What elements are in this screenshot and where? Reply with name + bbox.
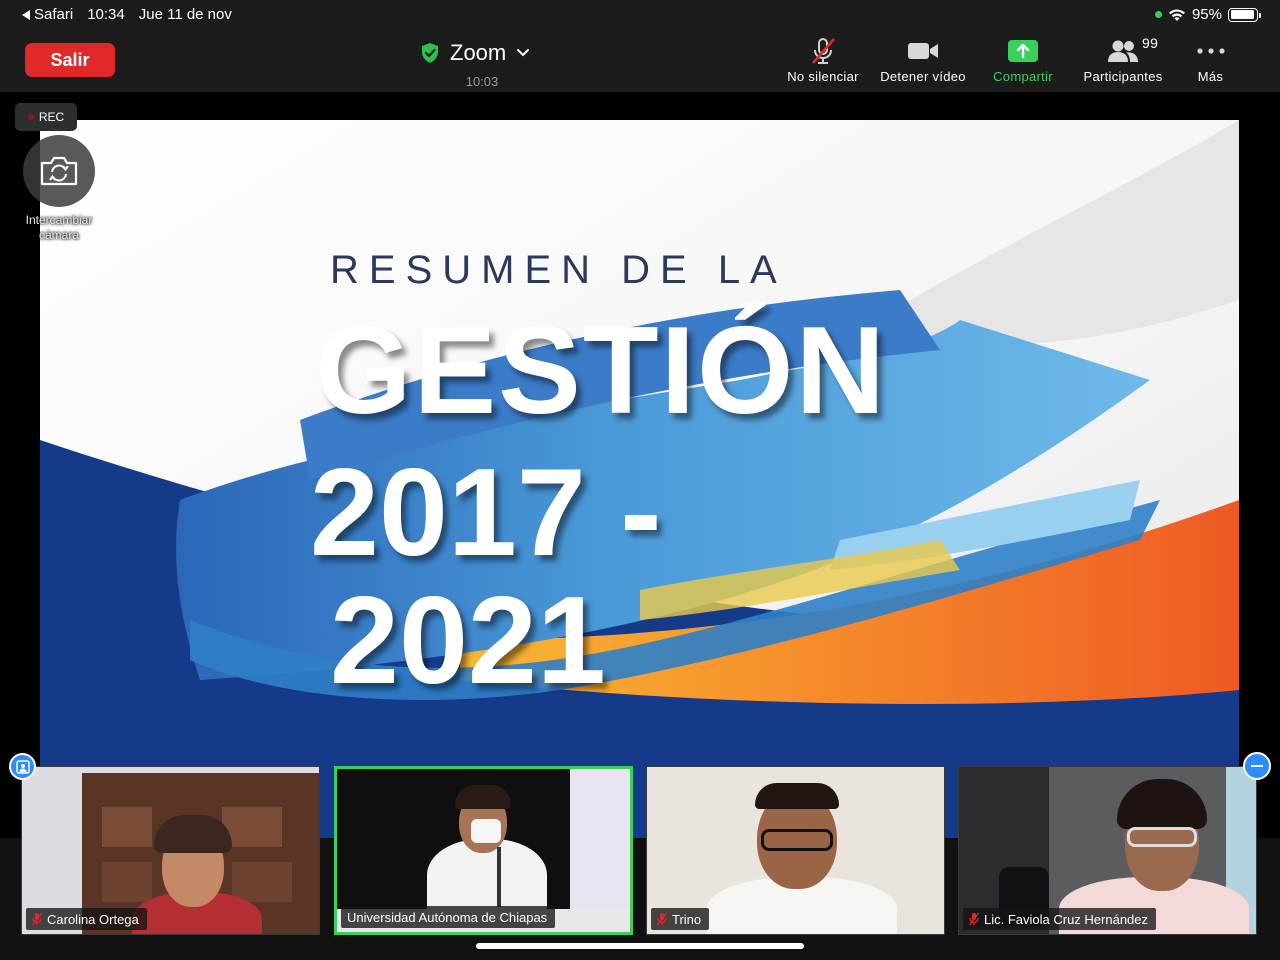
shelf-compartment bbox=[102, 862, 152, 902]
meeting-toolbar: Salir Zoom 10:03 No silenciar Detener ví… bbox=[0, 30, 1280, 92]
slide-subtitle: RESUMEN DE LA bbox=[330, 248, 787, 292]
clock-date: Jue 11 de nov bbox=[138, 6, 232, 23]
participant-count: 99 bbox=[1142, 35, 1159, 51]
slide-years-line2: 2021 bbox=[330, 572, 606, 710]
meeting-title: Zoom bbox=[450, 40, 507, 65]
recording-badge: REC bbox=[15, 103, 77, 131]
muted-mic-icon bbox=[657, 912, 667, 926]
muted-mic-icon bbox=[812, 38, 835, 64]
face-mask bbox=[471, 819, 501, 843]
leave-meeting-button[interactable]: Salir bbox=[25, 43, 115, 77]
participants-icon bbox=[1108, 40, 1138, 62]
meeting-info-dropdown[interactable]: Zoom bbox=[420, 40, 545, 66]
participant-name: Trino bbox=[672, 911, 702, 927]
shared-screen-slide: RESUMEN DE LA GESTIÓN 2017 - 2021 bbox=[40, 120, 1239, 840]
participant-hair bbox=[154, 815, 232, 853]
shelf-compartment bbox=[232, 862, 292, 902]
eyeglasses bbox=[761, 829, 833, 851]
recording-label: REC bbox=[38, 110, 65, 124]
share-screen-button[interactable]: Compartir bbox=[973, 35, 1073, 84]
clock-time: 10:34 bbox=[87, 6, 125, 23]
switch-camera-label: Intercambiar cámara bbox=[25, 213, 93, 242]
muted-mic-icon bbox=[32, 912, 42, 926]
participant-hair bbox=[455, 785, 511, 809]
video-camera-icon bbox=[908, 43, 938, 59]
chevron-down-icon bbox=[517, 49, 530, 57]
participant-name: Universidad Autónoma de Chiapas bbox=[347, 909, 548, 925]
banner-graphic bbox=[570, 769, 630, 909]
minimize-thumbnails-button[interactable] bbox=[1243, 752, 1271, 780]
share-screen-icon bbox=[1008, 40, 1038, 62]
participants-button[interactable]: 99 Participantes bbox=[1073, 35, 1173, 84]
participant-tile-faviola[interactable]: Lic. Faviola Cruz Hernández bbox=[958, 766, 1257, 935]
participant-name-tag: Trino bbox=[651, 908, 710, 930]
participant-name-tag: Carolina Ortega bbox=[26, 908, 147, 930]
ios-status-bar: Safari 10:34 Jue 11 de nov 95% bbox=[0, 0, 1280, 30]
unmute-label: No silenciar bbox=[787, 69, 859, 84]
participant-tile-unach[interactable]: Universidad Autónoma de Chiapas bbox=[334, 766, 633, 935]
muted-mic-icon bbox=[969, 912, 979, 926]
stop-video-label: Detener vídeo bbox=[880, 69, 966, 84]
battery-percent: 95% bbox=[1191, 6, 1222, 23]
participant-name-tag: Lic. Faviola Cruz Hernández bbox=[963, 908, 1157, 930]
switch-camera-icon bbox=[40, 156, 78, 186]
minus-icon bbox=[1251, 765, 1263, 767]
participant-hair bbox=[755, 783, 839, 809]
camera-in-use-indicator bbox=[1154, 11, 1162, 18]
person-frame-icon bbox=[15, 759, 30, 774]
slide-years-line1: 2017 - bbox=[310, 444, 662, 582]
participants-label: Participantes bbox=[1083, 69, 1163, 84]
participant-tile-trino[interactable]: Trino bbox=[646, 766, 945, 935]
unmute-button[interactable]: No silenciar bbox=[773, 35, 873, 84]
stop-video-button[interactable]: Detener vídeo bbox=[873, 35, 973, 84]
switch-camera-button[interactable] bbox=[23, 135, 95, 207]
microphone-stand bbox=[497, 847, 501, 907]
slide-title: GESTIÓN bbox=[315, 302, 888, 440]
gallery-view-button[interactable] bbox=[9, 753, 36, 780]
shelf-compartment bbox=[102, 807, 152, 847]
participant-tile-carolina[interactable]: Carolina Ortega bbox=[21, 766, 320, 935]
more-button[interactable]: Más bbox=[1173, 35, 1248, 84]
encryption-shield-icon bbox=[422, 43, 438, 63]
participant-name-tag: Universidad Autónoma de Chiapas bbox=[341, 906, 556, 928]
share-screen-label: Compartir bbox=[993, 69, 1053, 84]
battery-icon bbox=[1228, 7, 1261, 22]
back-app-label: Safari bbox=[34, 6, 74, 23]
participant-name: Lic. Faviola Cruz Hernández bbox=[984, 911, 1149, 927]
meeting-timer: 10:03 bbox=[465, 74, 499, 89]
home-indicator[interactable] bbox=[476, 943, 804, 949]
recording-dot-icon bbox=[27, 114, 34, 120]
back-to-safari-link[interactable]: Safari bbox=[22, 6, 73, 23]
more-label: Más bbox=[1197, 69, 1224, 84]
participant-name: Carolina Ortega bbox=[47, 911, 139, 927]
back-arrow-icon bbox=[22, 9, 30, 20]
wifi-icon bbox=[1168, 9, 1185, 21]
eyeglasses bbox=[1127, 827, 1197, 847]
more-dots-icon bbox=[1196, 48, 1225, 54]
